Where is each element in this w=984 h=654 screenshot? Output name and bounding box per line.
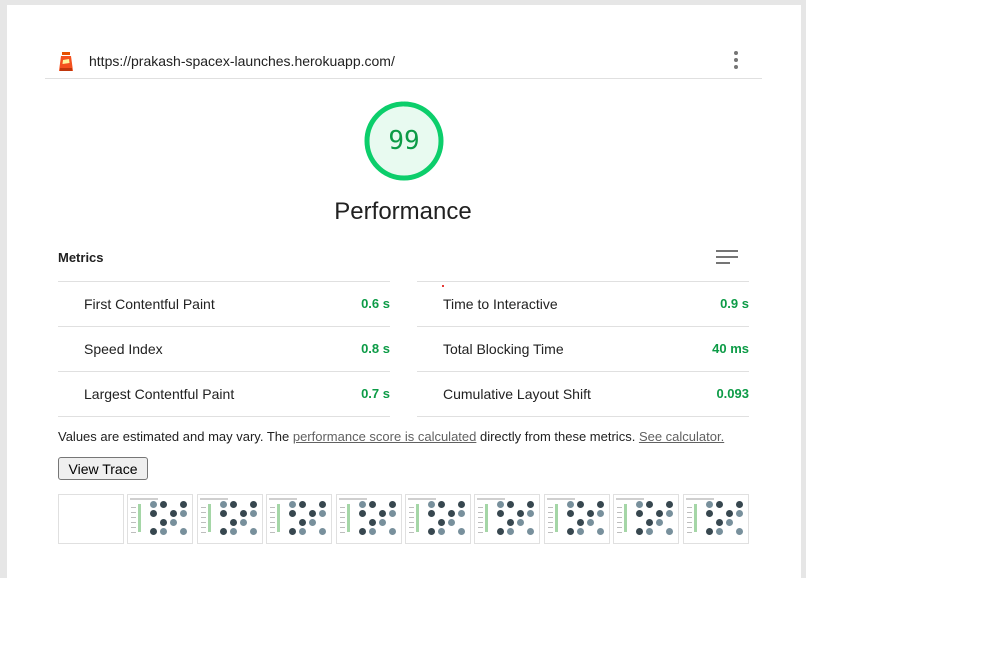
- lighthouse-logo-icon: [59, 52, 73, 71]
- filmstrip-frame: [474, 494, 540, 544]
- metrics-column-left: First Contentful Paint 0.6 s Speed Index…: [58, 281, 390, 417]
- view-trace-button[interactable]: View Trace: [58, 457, 148, 480]
- metric-value: 0.093: [716, 386, 749, 401]
- filmstrip-frame: [58, 494, 124, 544]
- filmstrip: [58, 494, 749, 544]
- metric-row: Speed Index 0.8 s: [58, 326, 390, 371]
- metric-value: 0.8 s: [361, 341, 390, 356]
- metrics-heading: Metrics: [58, 250, 104, 265]
- filmstrip-frame: [613, 494, 679, 544]
- metric-row: Cumulative Layout Shift 0.093: [417, 371, 749, 417]
- metric-value: 0.7 s: [361, 386, 390, 401]
- filmstrip-frame: [127, 494, 193, 544]
- report-url[interactable]: https://prakash-spacex-launches.herokuap…: [89, 53, 395, 69]
- report-panel: https://prakash-spacex-launches.herokuap…: [7, 5, 801, 578]
- metric-name: Cumulative Layout Shift: [443, 386, 591, 402]
- metric-value: 0.6 s: [361, 296, 390, 311]
- metric-row: Time to Interactive 0.9 s: [417, 281, 749, 326]
- filmstrip-frame: [266, 494, 332, 544]
- metric-name: Largest Contentful Paint: [84, 386, 235, 402]
- metric-view-toggle-icon[interactable]: [716, 250, 738, 266]
- filmstrip-frame: [336, 494, 402, 544]
- kebab-menu-icon[interactable]: [733, 51, 739, 71]
- metric-row: Largest Contentful Paint 0.7 s: [58, 371, 390, 417]
- metrics-note: Values are estimated and may vary. The p…: [58, 429, 724, 444]
- metric-row: First Contentful Paint 0.6 s: [58, 281, 390, 326]
- filmstrip-frame: [544, 494, 610, 544]
- metric-name: First Contentful Paint: [84, 296, 215, 312]
- performance-score: 99: [388, 126, 420, 156]
- note-middle: directly from these metrics.: [476, 429, 636, 444]
- report-topbar: https://prakash-spacex-launches.herokuap…: [45, 45, 762, 79]
- metrics-column-right: Time to Interactive 0.9 s Total Blocking…: [417, 281, 749, 417]
- metric-value: 40 ms: [712, 341, 749, 356]
- report-frame: https://prakash-spacex-launches.herokuap…: [0, 0, 806, 578]
- cursor-mark: [442, 285, 444, 287]
- metric-name: Time to Interactive: [443, 296, 558, 312]
- filmstrip-frame: [405, 494, 471, 544]
- metric-name: Total Blocking Time: [443, 341, 564, 357]
- gauge-title: Performance: [334, 198, 472, 225]
- calculator-link[interactable]: See calculator.: [639, 429, 724, 444]
- metric-name: Speed Index: [84, 341, 163, 357]
- filmstrip-frame: [683, 494, 749, 544]
- metric-value: 0.9 s: [720, 296, 749, 311]
- note-prefix: Values are estimated and may vary. The: [58, 429, 293, 444]
- filmstrip-frame: [197, 494, 263, 544]
- score-calculation-link[interactable]: performance score is calculated: [293, 429, 477, 444]
- metric-row: Total Blocking Time 40 ms: [417, 326, 749, 371]
